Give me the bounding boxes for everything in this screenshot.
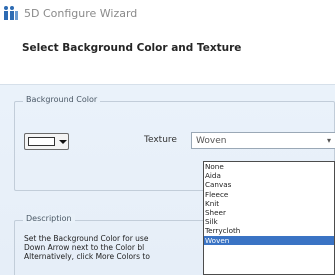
texture-option-silk[interactable]: Silk (204, 217, 334, 226)
title-bar: 5D Configure Wizard (0, 0, 335, 28)
texture-selected-value: Woven (196, 136, 227, 146)
texture-option-terrycloth[interactable]: Terrycloth (204, 226, 334, 235)
chevron-down-icon: ▾ (326, 136, 331, 145)
texture-option-canvas[interactable]: Canvas (204, 180, 334, 189)
color-swatch (28, 137, 55, 146)
background-color-legend: Background Color (23, 95, 101, 104)
color-picker-button[interactable] (24, 133, 69, 150)
description-line: Alternatively, click More Colors to (24, 252, 150, 261)
texture-option-woven[interactable]: Woven (204, 235, 334, 245)
texture-option-knit[interactable]: Knit (204, 199, 334, 208)
texture-options-list[interactable]: None Aida Canvas Fleece Knit Sheer Silk … (203, 161, 335, 275)
texture-option-fleece[interactable]: Fleece (204, 190, 334, 199)
texture-option-aida[interactable]: Aida (204, 171, 334, 180)
description-line: Set the Background Color for use (24, 234, 149, 243)
window-title: 5D Configure Wizard (24, 7, 138, 20)
texture-label: Texture (144, 135, 177, 145)
texture-option-none[interactable]: None (204, 162, 334, 171)
description-line: Down Arrow next to the Color bl (24, 243, 145, 252)
app-logo-icon (4, 6, 18, 20)
texture-option-sheer[interactable]: Sheer (204, 208, 334, 217)
description-legend: Description (23, 214, 75, 223)
page-title: Select Background Color and Texture (22, 42, 242, 54)
chevron-down-icon (59, 140, 67, 144)
description-text: Set the Background Color for use Down Ar… (24, 234, 174, 261)
wizard-header: Select Background Color and Texture (0, 28, 335, 84)
texture-dropdown[interactable]: Woven ▾ (191, 132, 335, 149)
